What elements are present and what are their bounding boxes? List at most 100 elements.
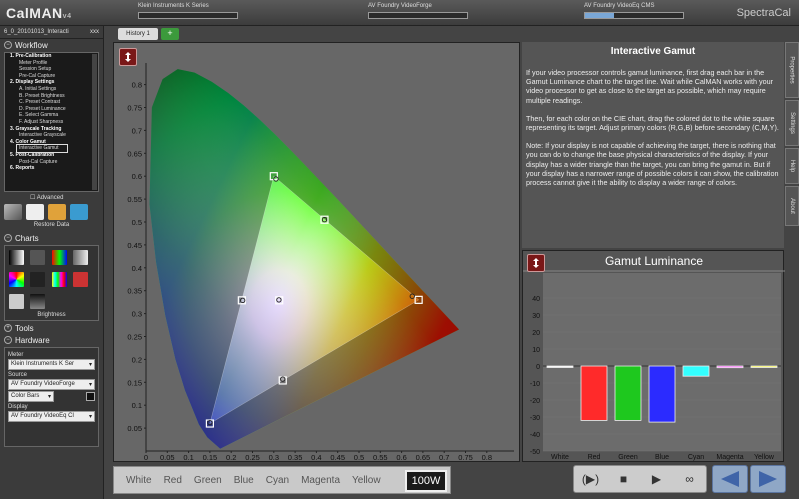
delta-e-chart-icon[interactable] bbox=[30, 250, 46, 265]
bar-white[interactable] bbox=[546, 365, 574, 368]
workflow-group[interactable]: 4. Color Gamut bbox=[5, 139, 98, 146]
y-tick-label: -30 bbox=[530, 415, 540, 422]
grayscale-chart-icon[interactable] bbox=[9, 250, 24, 265]
x-tick-label: Yellow bbox=[754, 454, 775, 461]
y-tick-label: 0 bbox=[536, 364, 540, 371]
charts-section-header[interactable]: − Charts bbox=[0, 232, 103, 244]
hardware-section-header[interactable]: − Hardware bbox=[0, 334, 103, 346]
play-continuous-button[interactable]: (▶) bbox=[577, 472, 605, 486]
expand-vertical-icon[interactable] bbox=[527, 254, 545, 272]
workflow-step[interactable]: F. Adjust Sharpness bbox=[5, 119, 98, 126]
restore-data-label: Restore Data bbox=[33, 222, 70, 228]
workflow-step[interactable]: Interactive Gamut bbox=[16, 144, 68, 153]
cie-chromaticity-diagram[interactable]: 0 0.05 0.1 0.15 0.2 0.25 0.3 0.35 0.4 0.45 0.5 0.55… bbox=[114, 43, 521, 463]
spectracal-brand: SpectraCal bbox=[736, 7, 791, 19]
tab-help[interactable]: Help bbox=[785, 148, 799, 184]
tab-settings[interactable]: Settings bbox=[785, 100, 799, 146]
collapse-icon[interactable]: − bbox=[4, 234, 12, 242]
x-tick-label: 0.1 bbox=[183, 453, 193, 462]
bar-cyan[interactable] bbox=[682, 365, 710, 377]
workflow-step[interactable]: E. Select Gamma bbox=[5, 112, 98, 119]
workflow-group[interactable]: 3. Grayscale Tracking bbox=[5, 126, 98, 133]
source-select[interactable]: AV Foundry VideoForge ▾ bbox=[8, 379, 95, 390]
color-option-yellow[interactable]: Yellow bbox=[346, 475, 387, 486]
source-device-indicator[interactable]: AV Foundry VideoForge bbox=[368, 3, 468, 21]
open-folder-icon[interactable] bbox=[48, 204, 66, 220]
workflow-section-header[interactable]: − Workflow bbox=[0, 39, 103, 51]
workflow-step[interactable]: Meter Profile bbox=[5, 60, 98, 67]
color-option-magenta[interactable]: Magenta bbox=[295, 475, 346, 486]
bar-green[interactable] bbox=[614, 365, 642, 421]
bar-red[interactable] bbox=[580, 365, 608, 421]
pattern-select[interactable]: Color Bars ▾ bbox=[8, 391, 54, 402]
histogram-chart-icon[interactable] bbox=[73, 272, 89, 287]
info-paragraph: Then, for each color on the CIE chart, d… bbox=[526, 113, 779, 133]
x-tick-label: 0.6 bbox=[396, 453, 406, 462]
collapse-icon[interactable]: − bbox=[4, 41, 12, 49]
workflow-scrollbar[interactable] bbox=[92, 54, 97, 190]
meter-device-label: Klein Instruments K Series bbox=[138, 3, 209, 9]
luminance-chart-icon[interactable] bbox=[73, 250, 89, 265]
gamut-luminance-chart[interactable]: Gamut Luminance 40 30 20 10 0 -10 -20 -30 -40 -50 W… bbox=[523, 251, 785, 463]
workflow-step[interactable]: Interactive Grayscale bbox=[5, 132, 98, 139]
workflow-step[interactable]: Post-Cal Capture bbox=[5, 159, 98, 166]
session-suffix: xxx bbox=[90, 29, 99, 35]
color-selector-bar: White Red Green Blue Cyan Magenta Yellow bbox=[113, 466, 451, 494]
expand-vertical-icon[interactable] bbox=[119, 48, 137, 66]
workflow-group[interactable]: 1. Pre-Calibration bbox=[5, 53, 98, 60]
table-chart-icon[interactable] bbox=[9, 294, 24, 309]
color-option-blue[interactable]: Blue bbox=[228, 475, 260, 486]
tab-properties[interactable]: Properties bbox=[785, 42, 799, 98]
tools-icon[interactable] bbox=[4, 204, 22, 220]
color-option-white[interactable]: White bbox=[120, 475, 158, 486]
display-device-indicator[interactable]: AV Foundry VideoEq CMS bbox=[584, 3, 684, 21]
tab-about[interactable]: About bbox=[785, 186, 799, 226]
y-tick-label: 10 bbox=[532, 347, 540, 354]
dropdown-arrow-icon: ▾ bbox=[47, 394, 51, 400]
bar-magenta[interactable] bbox=[716, 365, 744, 369]
workflow-step[interactable]: Session Setup bbox=[5, 66, 98, 73]
collapse-icon[interactable]: − bbox=[4, 336, 12, 344]
workflow-group[interactable]: 2. Display Settings bbox=[5, 79, 98, 86]
add-history-button[interactable]: + bbox=[161, 28, 179, 40]
stop-button[interactable]: ■ bbox=[610, 472, 638, 486]
expand-icon[interactable]: + bbox=[4, 324, 12, 332]
workflow-step[interactable]: Pre-Cal Capture bbox=[5, 73, 98, 80]
session-row[interactable]: 6_0_20101013_Interacti xxx bbox=[0, 26, 103, 39]
loop-button[interactable]: ∞ bbox=[676, 472, 704, 486]
workflow-step[interactable]: D. Preset Luminance bbox=[5, 106, 98, 113]
gamma-chart-icon[interactable] bbox=[30, 272, 46, 287]
workflow-group[interactable]: 6. Reports bbox=[5, 165, 98, 172]
color-option-red[interactable]: Red bbox=[158, 475, 188, 486]
advanced-checkbox-row[interactable]: ☐ Advanced bbox=[0, 193, 103, 202]
x-tick-label: 0.35 bbox=[288, 453, 303, 462]
workflow-step[interactable]: C. Preset Contrast bbox=[5, 99, 98, 106]
x-tick-label: 0.4 bbox=[311, 453, 321, 462]
workflow-step[interactable]: B. Preset Brightness bbox=[5, 93, 98, 100]
meter-device-indicator[interactable]: Klein Instruments K Series bbox=[138, 3, 238, 21]
display-select[interactable]: AV Foundry VideoEq Cl ▾ bbox=[8, 411, 95, 422]
cie-chart-icon[interactable] bbox=[9, 272, 24, 287]
rgb-balance-chart-icon[interactable] bbox=[51, 250, 67, 265]
color-bars-chart-icon[interactable] bbox=[51, 272, 67, 287]
bar-blue[interactable] bbox=[648, 365, 676, 423]
previous-button[interactable] bbox=[712, 465, 748, 493]
history-tab[interactable]: History 1 bbox=[118, 28, 158, 40]
x-tick-label: 0.45 bbox=[330, 453, 345, 462]
stimulus-level-display[interactable]: 100W bbox=[405, 470, 447, 492]
color-option-cyan[interactable]: Cyan bbox=[260, 475, 295, 486]
workflow-step[interactable]: A. Initial Settings bbox=[5, 86, 98, 93]
workflow-group[interactable]: 5. Post-Calibration bbox=[5, 152, 98, 159]
pattern-swatch[interactable] bbox=[86, 392, 95, 401]
next-button[interactable] bbox=[750, 465, 786, 493]
play-button[interactable]: ▶ bbox=[643, 472, 671, 486]
data-file-icon[interactable] bbox=[26, 204, 44, 220]
brightness-chart-icon[interactable] bbox=[30, 294, 46, 309]
save-folder-icon[interactable] bbox=[70, 204, 88, 220]
meter-select[interactable]: Klein Instruments K Ser ▾ bbox=[8, 359, 95, 370]
dropdown-arrow-icon: ▾ bbox=[88, 382, 92, 388]
x-tick-label: 0 bbox=[144, 453, 148, 462]
bar-yellow[interactable] bbox=[750, 365, 778, 368]
color-option-green[interactable]: Green bbox=[188, 475, 228, 486]
tools-section-header[interactable]: + Tools bbox=[0, 322, 103, 334]
